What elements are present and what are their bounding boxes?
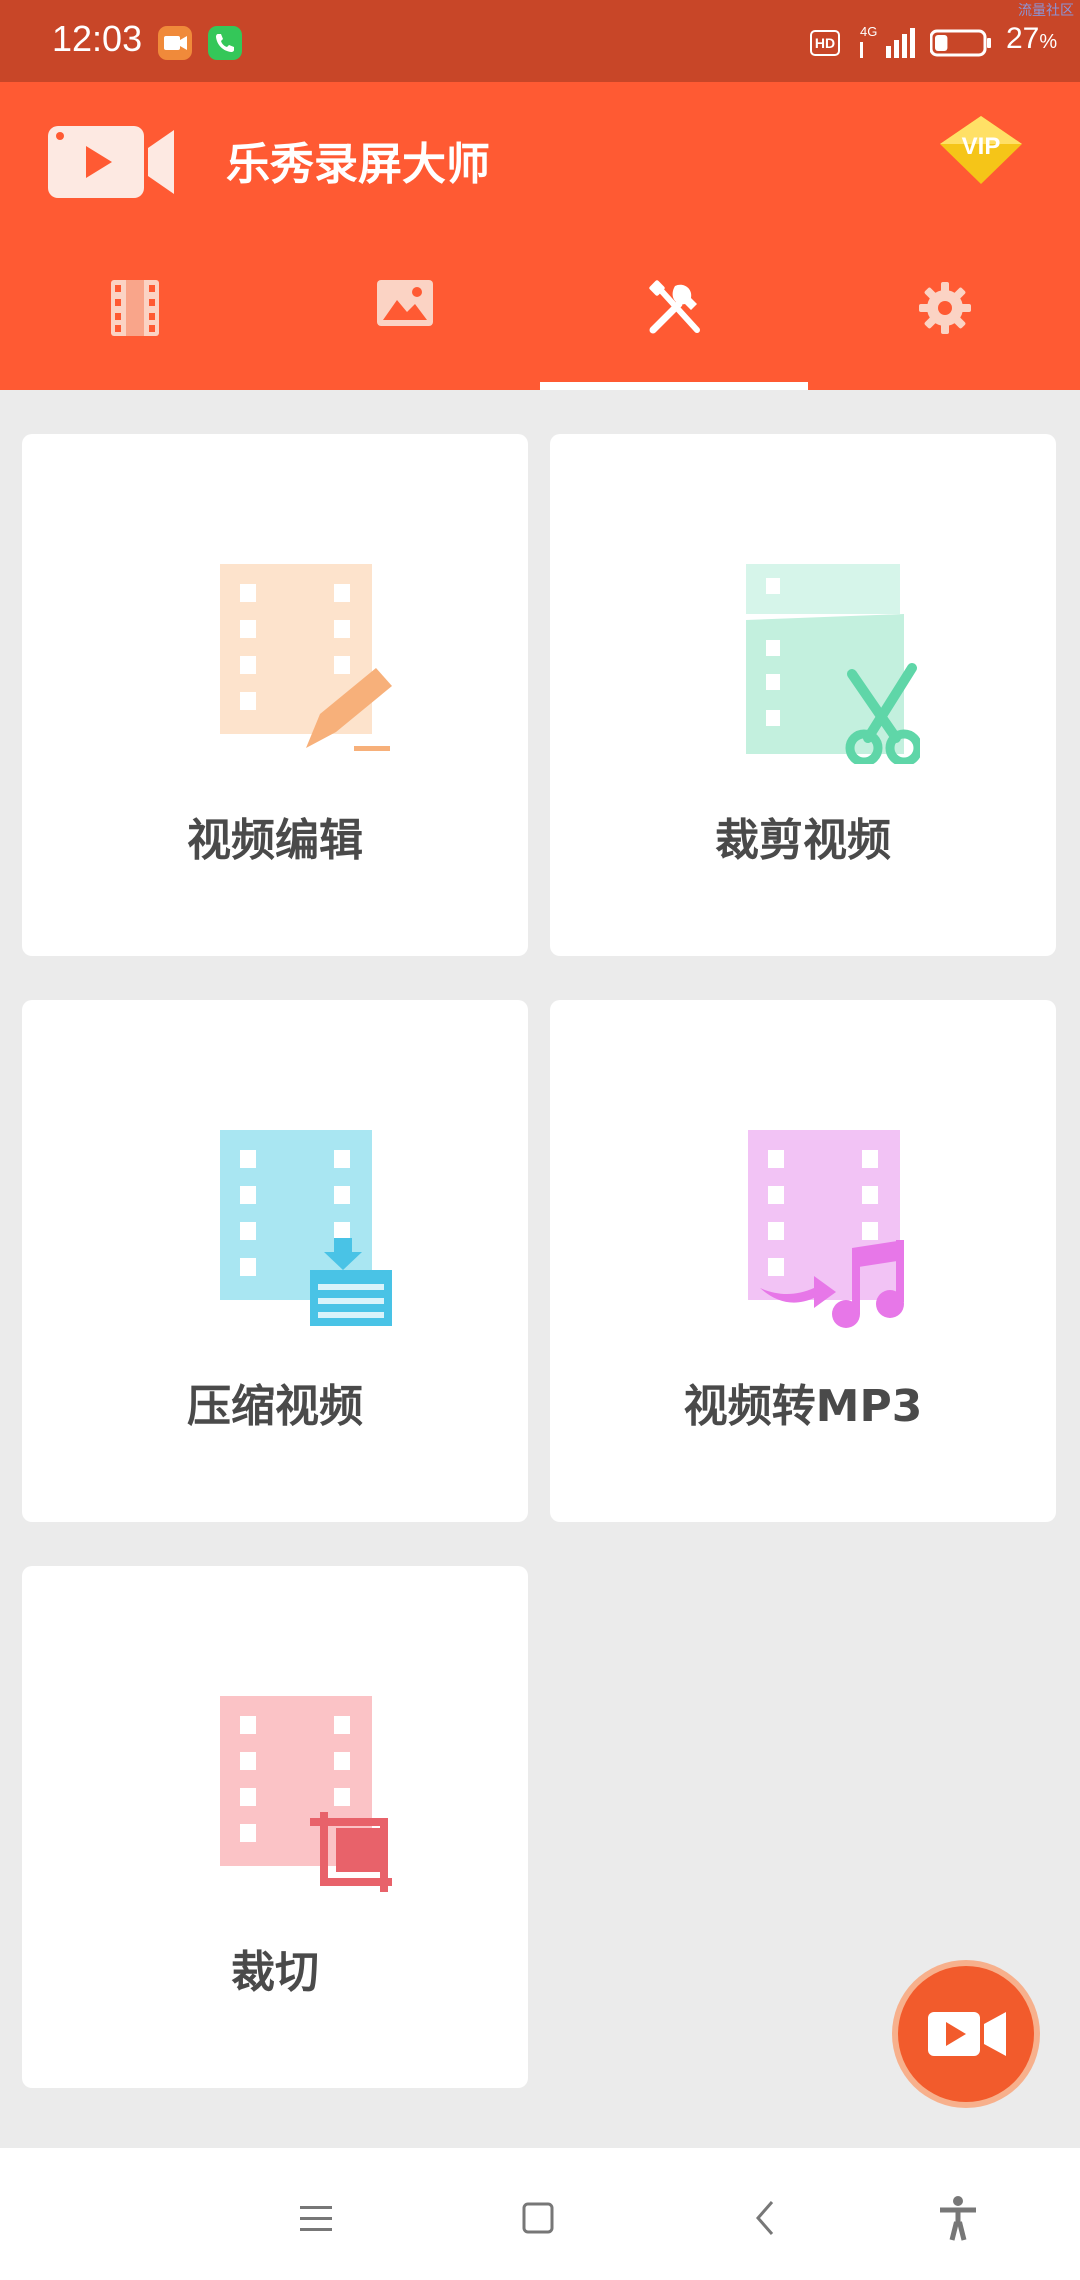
- watermark: 流量社区: [1018, 3, 1074, 19]
- film-icon: [111, 280, 159, 336]
- compress-video-card[interactable]: 压缩视频: [22, 1000, 528, 1522]
- compress-video-label: 压缩视频: [187, 1381, 363, 1432]
- crop-label: 裁切: [231, 1947, 319, 1998]
- vip-badge-button[interactable]: VIP: [938, 114, 1024, 186]
- video-to-mp3-card[interactable]: 视频转MP3: [550, 1000, 1056, 1522]
- phone-call-icon: [208, 26, 242, 60]
- selected-tab-indicator: [540, 382, 808, 390]
- video-edit-icon: [220, 564, 392, 751]
- home-icon[interactable]: [508, 2188, 568, 2248]
- signal-strength-icon: 4G: [860, 24, 915, 58]
- tab-videos[interactable]: [0, 260, 270, 390]
- record-camera-icon: [928, 2012, 1006, 2056]
- record-screen-fab[interactable]: [898, 1966, 1034, 2102]
- video-trim-icon: [746, 564, 920, 764]
- video-crop-icon: [220, 1696, 392, 1892]
- video-to-mp3-label: 视频转MP3: [683, 1381, 923, 1432]
- app-title: 乐秀录屏大师: [226, 139, 490, 190]
- status-bar: 12:03 HD 4G 27% 流量社区: [0, 0, 1080, 82]
- video-to-mp3-icon: [748, 1130, 904, 1328]
- tab-tools[interactable]: [540, 260, 810, 390]
- video-edit-card[interactable]: 视频编辑: [22, 434, 528, 956]
- back-icon[interactable]: [736, 2188, 796, 2248]
- tab-images[interactable]: [270, 260, 540, 390]
- app-header: 乐秀录屏大师 VIP: [0, 82, 1080, 390]
- status-time: 12:03: [52, 18, 143, 59]
- battery-percentage: 27%: [1006, 22, 1058, 55]
- screen-recorder-notification-icon: [158, 26, 192, 60]
- video-edit-label: 视频编辑: [187, 815, 363, 866]
- tab-settings[interactable]: [810, 260, 1080, 390]
- hd-voice-icon: HD: [810, 30, 840, 56]
- trim-video-label: 裁剪视频: [715, 815, 891, 866]
- vip-label: VIP: [962, 133, 1001, 160]
- battery-icon: [930, 29, 991, 57]
- crop-card[interactable]: 裁切: [22, 1566, 528, 2088]
- trim-video-card[interactable]: 裁剪视频: [550, 434, 1056, 956]
- gear-icon: [919, 282, 971, 334]
- app-logo-icon: [48, 126, 174, 198]
- network-type-label: 4G: [860, 24, 877, 39]
- menu-icon[interactable]: [286, 2188, 346, 2248]
- video-compress-icon: [220, 1130, 392, 1326]
- tools-icon: [649, 280, 700, 334]
- system-nav-bar: [0, 2148, 1080, 2280]
- image-icon: [377, 280, 433, 326]
- accessibility-icon[interactable]: [928, 2188, 988, 2248]
